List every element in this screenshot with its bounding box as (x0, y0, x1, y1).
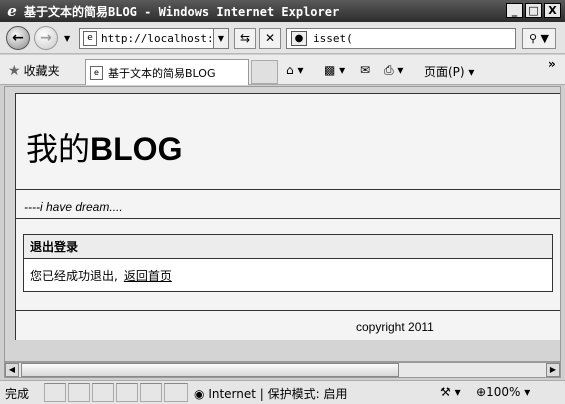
search-button[interactable]: ⚲ ▼ (522, 28, 556, 49)
site-title-bold: BLOG (90, 131, 183, 167)
zoom-icon: ⊕ (476, 385, 487, 399)
ie-logo-icon: e (7, 2, 17, 20)
search-query: isset( (313, 32, 353, 45)
search-input[interactable]: ● isset( (286, 28, 516, 49)
mail-button[interactable]: ✉ (360, 63, 370, 77)
favorites-label: 收藏夹 (23, 64, 60, 78)
minimize-button[interactable]: _ (506, 3, 523, 18)
zone-label: Internet (208, 387, 256, 401)
page-menu-label: 页面(P) (424, 65, 465, 79)
status-cell (68, 383, 90, 402)
tab-page-icon: e (90, 65, 103, 80)
web-viewport: 我的BLOG ----i have dream.... 退出登录 您已经成功退出… (4, 86, 561, 362)
panel-body: 您已经成功退出, 返回首页 (24, 259, 552, 292)
stop-icon: ✕ (264, 31, 276, 45)
motto-text: i have dream.... (39, 200, 123, 214)
motto: ----i have dream.... (24, 200, 123, 214)
scroll-thumb[interactable] (21, 363, 399, 377)
stop-button[interactable]: ✕ (259, 28, 281, 49)
blog-header: 我的BLOG (16, 94, 560, 190)
zone-indicator[interactable]: ◉ Internet | 保护模式: 启用 (194, 385, 348, 402)
panel-title: 退出登录 (24, 235, 552, 259)
home-icon: ⌂ (286, 63, 294, 77)
close-button[interactable]: X (544, 3, 561, 18)
status-cell (140, 383, 162, 402)
copyright: copyright 2011 (356, 320, 434, 334)
title-bar: e 基于文本的简易BLOG - Windows Internet Explore… (0, 0, 565, 22)
rss-icon: ▩ (324, 63, 336, 77)
site-title: 我的BLOG (26, 124, 182, 170)
zoom-level: 100% (486, 385, 521, 399)
page-icon: e (83, 31, 97, 46)
refresh-icon: ⇆ (239, 31, 251, 45)
search-icon: ⚲ ▼ (528, 32, 549, 45)
status-bar: 完成 ◉ Internet | 保护模式: 启用 ⚒ ▾ ⊕100% ▾ (0, 380, 565, 404)
back-button[interactable]: ← (6, 26, 30, 50)
tab-title: 基于文本的简易BLOG (108, 66, 216, 80)
new-tab-button[interactable] (251, 60, 278, 84)
favorites-star-icon: ★ (8, 62, 21, 79)
search-provider-icon: ● (291, 31, 307, 46)
horizontal-scrollbar[interactable]: ◀ ▶ (4, 362, 561, 378)
chevron-more-icon[interactable]: » (548, 57, 556, 71)
status-cell (44, 383, 66, 402)
history-dropdown-icon[interactable]: ▼ (64, 34, 70, 43)
page-menu[interactable]: 页面(P) ▾ (424, 63, 474, 80)
feeds-button[interactable]: ▩ ▾ (324, 63, 345, 77)
blog-page: 我的BLOG ----i have dream.... 退出登录 您已经成功退出… (15, 93, 560, 340)
forward-arrow-icon: → (40, 30, 52, 46)
globe-icon: ◉ (194, 387, 205, 401)
security-icon: ⚒ (440, 385, 451, 399)
status-text: 完成 (5, 387, 30, 401)
window-title: 基于文本的简易BLOG - Windows Internet Explorer (24, 4, 340, 19)
logout-panel: 退出登录 您已经成功退出, 返回首页 (23, 234, 553, 292)
status-cell (92, 383, 114, 402)
forward-button[interactable]: → (34, 26, 58, 50)
address-url: http://localhost:8 (101, 32, 211, 45)
mail-icon: ✉ (360, 63, 371, 77)
zoom-button[interactable]: ⊕100% ▾ (476, 385, 530, 399)
footer-divider (16, 310, 560, 311)
protected-mode-label: 保护模式: 启用 (267, 387, 348, 401)
scroll-right-icon[interactable]: ▶ (546, 363, 560, 377)
security-button[interactable]: ⚒ ▾ (440, 385, 461, 399)
status-cell (164, 383, 188, 402)
tab-active[interactable]: e 基于文本的简易BLOG (85, 59, 249, 85)
favorites-bar: ★ 收藏夹 e 基于文本的简易BLOG ⌂ ▾ ▩ ▾ ✉ ⎙ ▾ 页面(P) … (0, 55, 565, 85)
address-dropdown-icon[interactable]: ▼ (213, 28, 229, 49)
status-cell (116, 383, 138, 402)
home-button[interactable]: ⌂ ▾ (286, 63, 303, 77)
divider (16, 218, 560, 219)
print-button[interactable]: ⎙ ▾ (384, 63, 403, 78)
refresh-button[interactable]: ⇆ (234, 28, 256, 49)
back-arrow-icon: ← (12, 30, 24, 46)
scroll-left-icon[interactable]: ◀ (5, 363, 19, 377)
logout-message: 您已经成功退出, (30, 269, 118, 283)
printer-icon: ⎙ (384, 63, 394, 77)
return-home-link[interactable]: 返回首页 (124, 269, 172, 283)
site-title-prefix: 我的 (26, 131, 91, 167)
motto-dashes: ---- (24, 200, 40, 214)
address-toolbar: ← → ▼ e http://localhost:8 ▼ ⇆ ✕ ● isset… (0, 22, 565, 54)
address-field[interactable]: e http://localhost:8 ▼ (79, 28, 229, 49)
maximize-button[interactable]: □ (525, 3, 542, 18)
favorites-button[interactable]: ★ 收藏夹 (8, 62, 60, 79)
